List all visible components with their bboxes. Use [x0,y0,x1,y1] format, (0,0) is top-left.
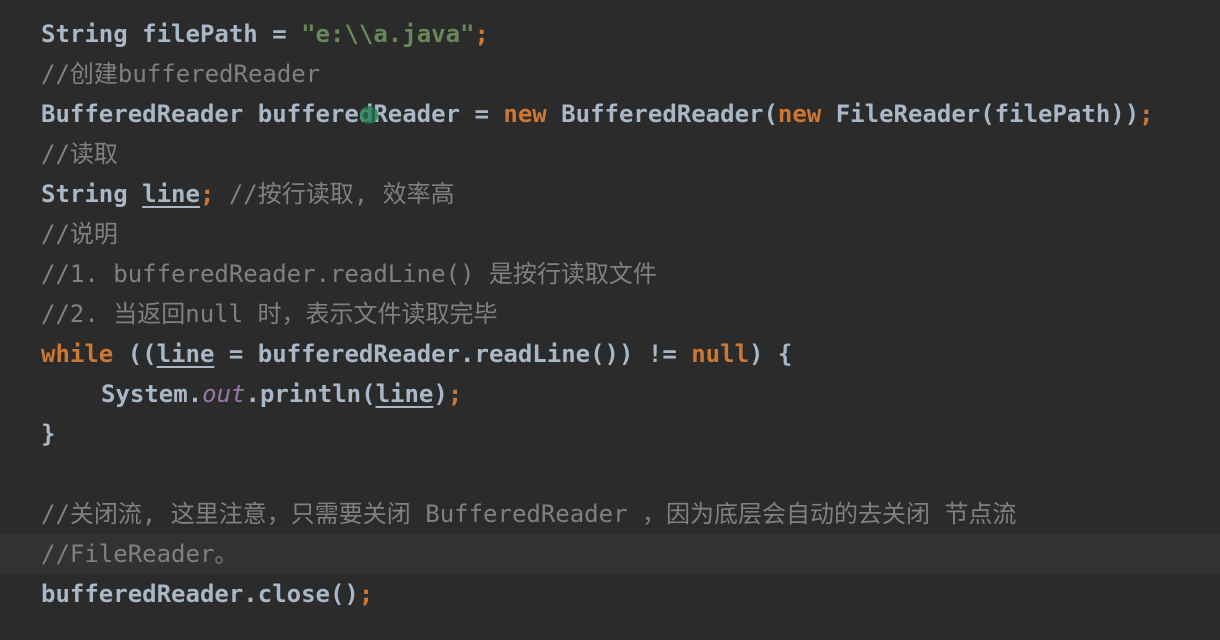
comment-token: //2. 当返回null 时，表示文件读取完毕 [41,300,498,328]
code-line[interactable]: bufferedReader.close(); [0,574,1220,614]
code-token: ) { [749,340,793,368]
code-line[interactable]: //创建bufferedReader [0,54,1220,94]
comment-token: //FileReader。 [41,540,239,568]
keyword-token: while [41,340,114,368]
code-line[interactable]: } [0,414,1220,454]
code-token: FileReader(filePath)) [821,100,1140,128]
code-line[interactable]: BufferedReader bufferedReader = new Buff… [0,94,1220,134]
keyword-token: new [503,100,547,128]
code-token: String filePath = [41,20,302,48]
code-line[interactable]: //说明 [0,214,1220,254]
code-line[interactable]: //读取 [0,134,1220,174]
code-token: BufferedReader bufferedReader = [41,100,504,128]
punctuation-token: ; [447,380,463,408]
code-line[interactable]: //FileReader。 [0,534,1220,574]
variable-token: line [156,340,215,368]
punctuation-token: ; [474,20,489,48]
code-line[interactable] [0,454,1220,494]
comment-token: //说明 [41,220,118,248]
punctuation-token: ; [1139,100,1154,128]
punctuation-token: ; [358,580,374,608]
code-line[interactable]: //2. 当返回null 时，表示文件读取完毕 [0,294,1220,334]
code-token: (( [113,340,157,368]
code-line[interactable]: String filePath = "e:\\a.java"; [0,14,1220,54]
code-token: ) [433,380,448,408]
code-line[interactable]: //1. bufferedReader.readLine() 是按行读取文件 [0,254,1220,294]
code-token: } [41,420,56,448]
code-line[interactable]: System.out.println(line); [0,374,1220,414]
string-token: "e:\\a.java" [301,20,475,48]
comment-token: //按行读取, 效率高 [214,180,455,208]
comment-token: //读取 [41,140,118,168]
mouse-cursor-indicator [360,106,378,124]
punctuation-token: ; [199,180,215,208]
variable-token: line [142,180,200,208]
code-token: BufferedReader( [546,100,778,128]
field-token: out [202,380,246,408]
code-token: System. [101,380,203,408]
comment-token: //1. bufferedReader.readLine() 是按行读取文件 [41,260,657,288]
keyword-token: null [691,340,750,368]
code-editor[interactable]: String filePath = "e:\\a.java"; //创建buffe… [0,0,1220,640]
code-line[interactable]: String line; //按行读取, 效率高 [0,174,1220,214]
code-line[interactable]: //关闭流, 这里注意，只需要关闭 BufferedReader ，因为底层会自… [0,494,1220,534]
code-token: bufferedReader.close() [41,580,359,608]
code-line[interactable]: while ((line = bufferedReader.readLine()… [0,334,1220,374]
comment-token: //创建bufferedReader [41,60,321,88]
keyword-token: new [777,100,822,128]
code-token: = bufferedReader.readLine()) != [214,340,692,368]
variable-token: line [375,380,434,408]
comment-token: //关闭流, 这里注意，只需要关闭 BufferedReader ，因为底层会自… [41,500,1017,528]
code-token: .println( [245,380,376,408]
code-token: String [41,180,143,208]
